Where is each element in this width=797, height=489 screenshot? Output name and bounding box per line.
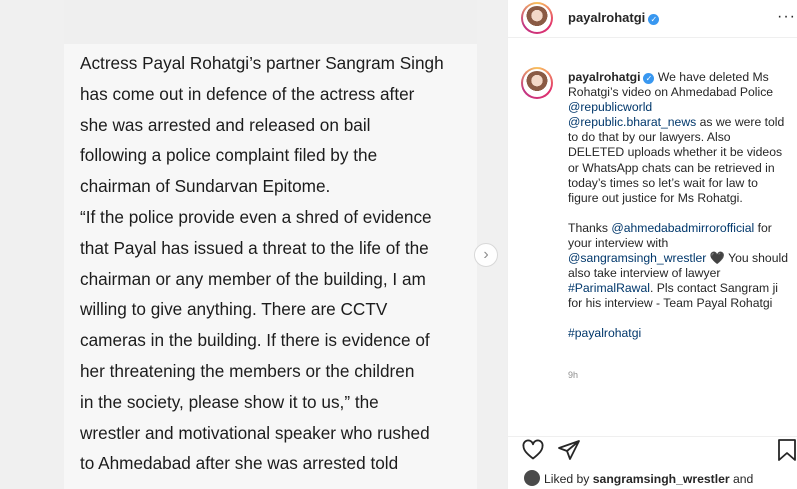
more-options-icon[interactable]: ··· (777, 8, 796, 26)
likes-summary: Liked by sangramsingh_wrestler and (524, 470, 753, 486)
image-top-band (64, 0, 477, 44)
send-icon[interactable] (557, 438, 581, 462)
caption-text: Thanks (568, 220, 612, 235)
post-media: Actress Payal Rohatgi’s partner Sangram … (0, 0, 507, 489)
article-text: Actress Payal Rohatgi’s partner Sangram … (80, 53, 444, 474)
verified-icon: ✓ (648, 14, 660, 25)
caption-paragraph-2: Thanks @ahmedabadmirrorofficial for your… (568, 221, 790, 312)
bookmark-icon[interactable] (776, 438, 797, 462)
hashtag-link[interactable]: #ParimalRawal (568, 281, 650, 295)
liker-avatar[interactable] (524, 470, 540, 486)
caption-username[interactable]: payalrohatgi (568, 70, 640, 84)
header-username-text[interactable]: payalrohatgi (568, 10, 645, 25)
likes-prefix: Liked by (544, 472, 593, 486)
header-username[interactable]: payalrohatgi ✓ (568, 10, 660, 25)
liker-username[interactable]: sangramsingh_wrestler (593, 472, 730, 486)
caption-paragraph-3: #payalrohatgi (568, 326, 790, 341)
caption-avatar[interactable] (521, 67, 553, 99)
hashtag-link[interactable]: #payalrohatgi (568, 326, 641, 340)
mention-link[interactable]: @sangramsingh_wrestler (568, 251, 706, 265)
post-header: payalrohatgi ✓ ··· (508, 0, 797, 38)
likes-suffix: and (729, 472, 754, 486)
mention-link[interactable]: @republicworld (568, 100, 652, 114)
chevron-right-icon: › (483, 246, 489, 263)
post-caption: payalrohatgi ✓ We have deleted Ms Rohatgi… (568, 70, 790, 357)
verified-icon: ✓ (643, 73, 655, 84)
post-image: Actress Payal Rohatgi’s partner Sangram … (64, 0, 477, 489)
heart-icon[interactable] (521, 438, 545, 462)
mention-link[interactable]: @ahmedabadmirrorofficial (611, 221, 754, 235)
caption-paragraph-1: payalrohatgi ✓ We have deleted Ms Rohatgi… (568, 70, 790, 206)
next-slide-button[interactable]: › (474, 243, 498, 267)
post-sidebar: payalrohatgi ✓ ··· payalrohatgi ✓ We have … (507, 0, 797, 489)
action-bar (508, 436, 797, 466)
mention-link[interactable]: @republic.bharat_news (568, 115, 696, 129)
avatar[interactable] (521, 2, 553, 34)
post-timestamp[interactable]: 9h (568, 370, 578, 380)
